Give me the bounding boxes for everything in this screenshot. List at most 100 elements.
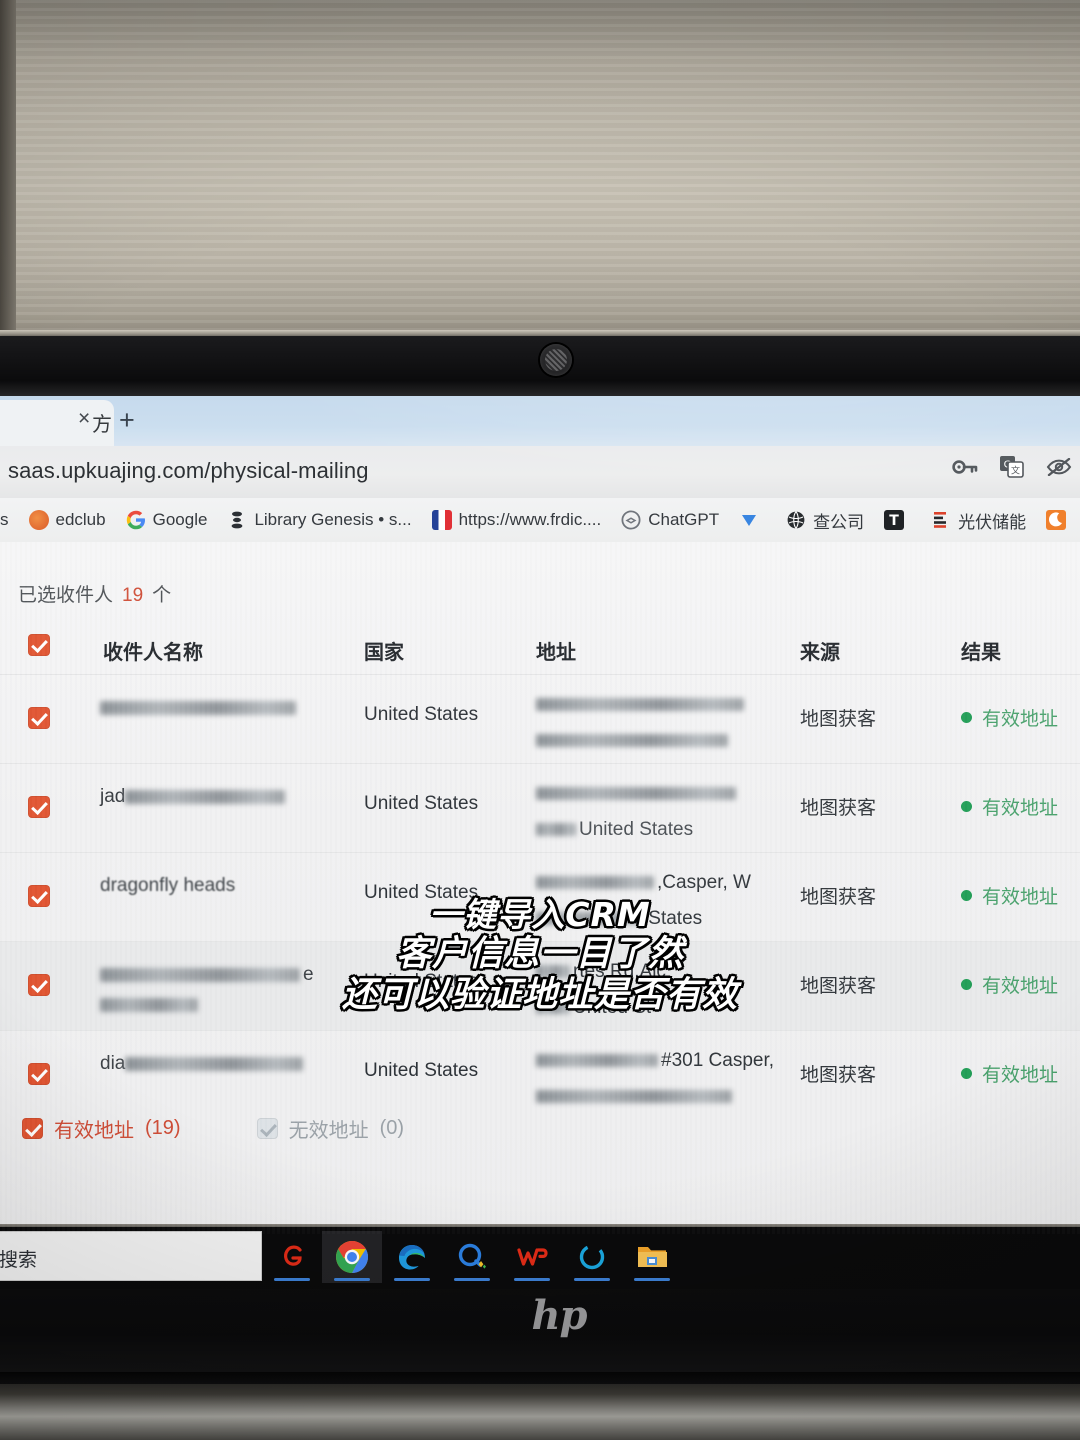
taskbar-app-gitmind[interactable] bbox=[262, 1231, 322, 1283]
bookmark-item-chatgpt[interactable]: ChatGPT bbox=[611, 510, 729, 530]
redacted-name-bar bbox=[100, 997, 198, 1012]
recipient-name: dia bbox=[100, 1049, 340, 1079]
bookmark-item-guangfuchuneng[interactable]: 光伏储能 bbox=[921, 508, 1036, 533]
status-badge: 有效地址 bbox=[961, 971, 1058, 998]
taskbar-app-file-explorer[interactable] bbox=[622, 1231, 682, 1283]
recipient-country: United States bbox=[364, 793, 479, 814]
table-row[interactable]: e United States rtes Rd,Alc United St 地图… bbox=[0, 941, 1080, 1030]
eye-off-icon[interactable] bbox=[1046, 458, 1072, 476]
redacted-address-bar bbox=[536, 698, 744, 712]
svg-text:文: 文 bbox=[1011, 465, 1020, 477]
column-header-country[interactable]: 国家 bbox=[364, 636, 404, 665]
app-running-indicator bbox=[334, 1278, 370, 1281]
close-icon[interactable]: × bbox=[78, 408, 90, 429]
physical-mailing-page: 已选收件人 19 个 收件人名称 国家 地址 来源 结果 United Stat… bbox=[0, 542, 1080, 1234]
bookmark-item-fenxiang[interactable]: 【分享】列 bbox=[1036, 508, 1080, 533]
recipient-address bbox=[536, 687, 786, 759]
table-row[interactable]: jad United States United States 地图获客 有效地… bbox=[0, 763, 1080, 852]
bookmark-item-frdic[interactable]: https://www.frdic.... bbox=[422, 510, 612, 530]
taskbar-search-box[interactable]: 搜索 bbox=[0, 1231, 262, 1281]
redacted-address-bar bbox=[536, 912, 640, 926]
frdic-flag-icon bbox=[431, 510, 452, 530]
app-running-indicator bbox=[274, 1278, 310, 1281]
translate-icon[interactable]: G文 bbox=[1000, 456, 1024, 478]
google-icon bbox=[126, 510, 146, 530]
recipient-name-prefix: jad bbox=[100, 786, 126, 807]
row-checkbox[interactable] bbox=[28, 974, 50, 996]
status-badge: 有效地址 bbox=[961, 1060, 1058, 1087]
recipient-name: dragonfly heads bbox=[100, 871, 340, 901]
select-all-checkbox[interactable] bbox=[28, 634, 50, 656]
svg-text:T: T bbox=[889, 513, 899, 529]
address-visible-part: ,Casper, W bbox=[657, 872, 751, 893]
valid-address-label: 有效地址 bbox=[54, 1120, 134, 1142]
taskbar-app-loading[interactable] bbox=[562, 1231, 622, 1283]
taskbar-app-icons bbox=[262, 1231, 682, 1283]
status-dot-icon bbox=[961, 1068, 972, 1079]
taskbar-app-edge[interactable] bbox=[382, 1231, 442, 1283]
table-header-row: 收件人名称 国家 地址 来源 结果 bbox=[0, 620, 1080, 674]
bookmark-item-edclub[interactable]: edclub bbox=[19, 510, 116, 530]
recipient-country: United States bbox=[364, 1060, 479, 1081]
app-running-indicator bbox=[394, 1278, 430, 1281]
table-row[interactable]: dia United States #301 Casper, 地图获客 有效地址 bbox=[0, 1030, 1080, 1119]
bookmark-label: Library Genesis • s... bbox=[254, 510, 412, 529]
taskbar-app-chrome[interactable] bbox=[322, 1231, 382, 1283]
status-badge: 有效地址 bbox=[961, 704, 1058, 731]
filter-invalid-address[interactable]: 无效地址 (0) bbox=[256, 1114, 404, 1143]
bookmark-item-google[interactable]: Google bbox=[116, 510, 218, 530]
selected-unit: 个 bbox=[152, 585, 172, 606]
valid-address-checkbox[interactable] bbox=[22, 1118, 43, 1139]
bookmark-label: 光伏储能 bbox=[958, 512, 1027, 532]
status-label: 有效地址 bbox=[982, 1065, 1059, 1086]
bookmarks-bar[interactable]: s edclub Google Library Genesis • s... h… bbox=[0, 498, 1080, 543]
bookmark-item-0[interactable]: s bbox=[0, 510, 19, 530]
column-header-name[interactable]: 收件人名称 bbox=[103, 636, 203, 665]
moon-icon bbox=[1046, 510, 1067, 530]
v-triangle-icon bbox=[739, 510, 759, 530]
address-filter-footer: 有效地址 (19) 无效地址 (0) bbox=[22, 1114, 404, 1143]
status-label: 有效地址 bbox=[982, 709, 1059, 730]
status-badge: 有效地址 bbox=[961, 882, 1058, 909]
photo-scene: 方 × + saas.upkuajing.com/physical-mailin… bbox=[0, 0, 1080, 1440]
taskbar-app-qq-browser[interactable] bbox=[442, 1231, 502, 1283]
recipient-address: United States bbox=[536, 776, 786, 848]
row-checkbox[interactable] bbox=[28, 707, 50, 729]
table-row[interactable]: United States 地图获客 有效地址 bbox=[0, 674, 1080, 763]
status-dot-icon bbox=[961, 979, 972, 990]
status-label: 有效地址 bbox=[982, 976, 1059, 997]
new-tab-button[interactable]: + bbox=[119, 407, 135, 434]
key-icon[interactable] bbox=[952, 458, 978, 476]
column-header-result[interactable]: 结果 bbox=[961, 636, 1001, 665]
redacted-address-bar bbox=[536, 1054, 658, 1068]
address-bar-url[interactable]: saas.upkuajing.com/physical-mailing bbox=[8, 458, 369, 484]
bookmark-item-t[interactable]: T bbox=[874, 510, 921, 530]
filter-valid-address[interactable]: 有效地址 (19) bbox=[22, 1114, 181, 1143]
edclub-icon bbox=[28, 510, 49, 530]
t-square-icon: T bbox=[884, 510, 905, 530]
row-checkbox[interactable] bbox=[28, 885, 50, 907]
app-running-indicator bbox=[634, 1278, 670, 1281]
app-running-indicator bbox=[454, 1278, 490, 1281]
address-visible-part: United St bbox=[573, 997, 652, 1018]
taskbar-app-wps[interactable] bbox=[502, 1231, 562, 1283]
row-checkbox[interactable] bbox=[28, 1063, 50, 1085]
bookmark-item-chagongsi[interactable]: 查公司 bbox=[776, 508, 874, 533]
status-label: 有效地址 bbox=[982, 798, 1059, 819]
recipient-name: e bbox=[100, 960, 340, 1020]
column-header-source[interactable]: 来源 bbox=[800, 636, 840, 665]
bookmark-label: https://www.frdic.... bbox=[458, 510, 602, 529]
invalid-address-checkbox[interactable] bbox=[256, 1118, 278, 1139]
row-checkbox[interactable] bbox=[28, 796, 50, 818]
hp-logo: hp bbox=[531, 1292, 587, 1339]
column-header-address[interactable]: 地址 bbox=[536, 636, 576, 665]
bookmark-item-v[interactable] bbox=[729, 510, 776, 530]
recipient-address: ,Casper, W States bbox=[536, 865, 786, 937]
recipient-country: United States bbox=[364, 882, 479, 903]
table-row[interactable]: dragonfly heads United States ,Casper, W… bbox=[0, 852, 1080, 941]
bookmark-item-library-genesis[interactable]: Library Genesis • s... bbox=[217, 510, 421, 530]
search-placeholder: 搜索 bbox=[0, 1250, 38, 1271]
app-running-indicator bbox=[574, 1278, 610, 1281]
desk-surface bbox=[0, 1384, 1080, 1440]
recipient-source: 地图获客 bbox=[800, 709, 877, 730]
